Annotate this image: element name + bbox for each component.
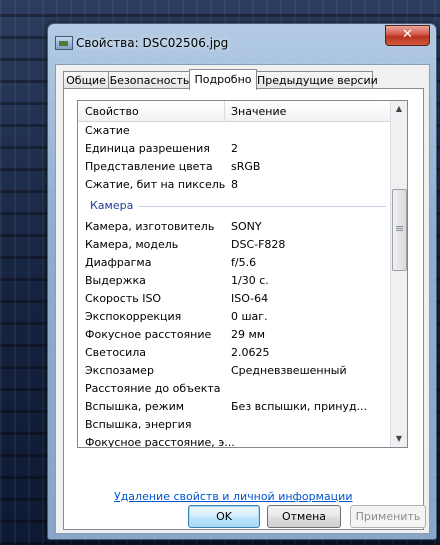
property-value: 1/30 с. xyxy=(231,274,269,287)
property-name: Вспышка, режим xyxy=(85,400,185,413)
property-name: Экспозамер xyxy=(85,364,154,377)
vertical-scrollbar[interactable]: ▲ ▼ xyxy=(390,101,407,447)
property-name: Расстояние до объекта xyxy=(85,382,221,395)
property-value: DSC-F828 xyxy=(231,238,286,251)
properties-list[interactable]: Свойство Значение Сжатие Единица разреше… xyxy=(77,100,408,448)
list-item[interactable]: Камера, модель DSC-F828 xyxy=(78,235,391,253)
property-value: f/5.6 xyxy=(231,256,257,269)
remove-properties-link[interactable]: Удаление свойств и личной информации xyxy=(114,490,352,503)
title-bar[interactable]: Свойства: DSC02506.jpg ✕ xyxy=(48,24,436,56)
property-value: SONY xyxy=(231,220,262,233)
property-value: ISO-64 xyxy=(231,292,269,305)
list-item[interactable]: Вспышка, режим Без вспышки, принуд... xyxy=(78,397,391,415)
property-value: Без вспышки, принуд... xyxy=(231,400,368,413)
column-divider[interactable] xyxy=(224,101,225,121)
dialog-content: Общие Безопасность Подробно Предыдущие в… xyxy=(55,64,430,534)
ok-button[interactable]: OK xyxy=(188,505,260,528)
property-name: Камера, модель xyxy=(85,238,179,251)
tab-general[interactable]: Общие xyxy=(63,71,109,89)
property-value: Средневзвешенный xyxy=(231,364,347,377)
column-header-value[interactable]: Значение xyxy=(231,105,286,118)
list-item[interactable]: Сжатие, бит на пиксель 8 xyxy=(78,175,391,193)
list-header: Свойство Значение xyxy=(78,101,391,122)
list-item[interactable]: Диафрагма f/5.6 xyxy=(78,253,391,271)
window-title: Свойства: DSC02506.jpg xyxy=(76,36,229,50)
tab-details[interactable]: Подробно xyxy=(189,69,257,90)
list-item[interactable]: Камера, изготовитель SONY xyxy=(78,217,391,235)
property-value: 2.0625 xyxy=(231,346,270,359)
group-header-camera: Камера xyxy=(78,196,391,214)
property-name: Представление цвета xyxy=(85,160,213,173)
list-item[interactable]: Экспокоррекция 0 шаг. xyxy=(78,307,391,325)
list-item[interactable]: Представление цвета sRGB xyxy=(78,157,391,175)
cancel-button[interactable]: Отмена xyxy=(267,505,341,528)
list-item[interactable]: Выдержка 1/30 с. xyxy=(78,271,391,289)
tab-previous-versions[interactable]: Предыдущие версии xyxy=(256,71,378,89)
property-name: Сжатие, бит на пиксель xyxy=(85,178,226,191)
scroll-up-arrow-icon[interactable]: ▲ xyxy=(391,101,407,117)
scroll-down-arrow-icon[interactable]: ▼ xyxy=(391,431,407,447)
list-item[interactable]: Фокусное расстояние 29 мм xyxy=(78,325,391,343)
close-icon: ✕ xyxy=(402,27,413,42)
properties-dialog: Свойства: DSC02506.jpg ✕ Общие Безопасно… xyxy=(47,23,437,540)
list-item[interactable]: Экспозамер Средневзвешенный xyxy=(78,361,391,379)
close-button[interactable]: ✕ xyxy=(385,25,430,46)
list-item[interactable]: Сжатие xyxy=(78,121,391,139)
list-item[interactable]: Скорость ISO ISO-64 xyxy=(78,289,391,307)
property-name: Диафрагма xyxy=(85,256,152,269)
property-name: Светосила xyxy=(85,346,147,359)
property-name: Камера, изготовитель xyxy=(85,220,215,233)
scrollbar-thumb[interactable] xyxy=(392,189,407,271)
property-name: Вспышка, энергия xyxy=(85,418,192,431)
list-item[interactable]: Вспышка, энергия xyxy=(78,415,391,433)
property-value: 2 xyxy=(231,142,238,155)
property-name: Экспокоррекция xyxy=(85,310,182,323)
image-file-icon xyxy=(55,36,73,50)
property-name: Сжатие xyxy=(85,124,130,137)
property-name: Выдержка xyxy=(85,274,146,287)
property-value: 29 мм xyxy=(231,328,266,341)
tab-security[interactable]: Безопасность xyxy=(108,71,191,89)
property-value: 0 шаг. xyxy=(231,310,268,323)
property-value: sRGB xyxy=(231,160,261,173)
group-label: Камера xyxy=(90,199,134,212)
property-name: Скорость ISO xyxy=(85,292,162,305)
list-item[interactable]: Расстояние до объекта xyxy=(78,379,391,397)
list-item[interactable]: Единица разрешения 2 xyxy=(78,139,391,157)
property-name: Фокусное расстояние xyxy=(85,328,212,341)
list-item[interactable]: Светосила 2.0625 xyxy=(78,343,391,361)
list-item[interactable]: Фокусное расстояние, э... xyxy=(78,433,391,448)
property-name: Фокусное расстояние, э... xyxy=(85,436,235,448)
column-header-property[interactable]: Свойство xyxy=(85,105,139,118)
group-divider xyxy=(138,206,386,207)
property-value: 8 xyxy=(231,178,238,191)
apply-button[interactable]: Применить xyxy=(350,505,426,528)
property-name: Единица разрешения xyxy=(85,142,210,155)
details-panel: Свойство Значение Сжатие Единица разреше… xyxy=(63,88,424,530)
